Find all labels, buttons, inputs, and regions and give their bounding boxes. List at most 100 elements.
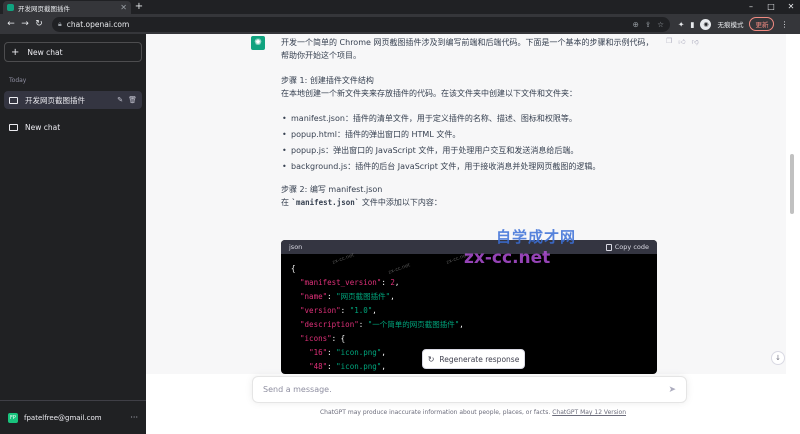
sidebar: + New chat Today 开发网页截图插件 ✎ 🗑︎ New chat … [0, 34, 146, 434]
toolbar-extensions: ✦ ▮ ◉ 无痕模式 更新 ⋮ [678, 17, 788, 31]
file-desc: ：插件的清单文件，用于定义插件的名称、描述、图标和权限等。 [344, 114, 577, 123]
update-button[interactable]: 更新 [749, 17, 775, 31]
code-token-punct: : [340, 306, 350, 315]
code-token-indent [291, 334, 300, 343]
bookmark-star-icon[interactable]: ☆ [657, 20, 664, 29]
code-line: "manifest_version": 2, [291, 276, 647, 290]
regenerate-button[interactable]: ↻ Regenerate response [422, 349, 525, 369]
list-item: popup.js：弹出窗口的 JavaScript 文件，用于处理用户交互和发送… [281, 144, 661, 157]
browser-menu-icon[interactable]: ⋮ [780, 20, 788, 29]
step2-inline-code: `manifest.json` [291, 198, 360, 207]
code-token-key: "name" [300, 292, 328, 301]
list-item: background.js：插件的后台 JavaScript 文件，用于接收消息… [281, 160, 661, 173]
code-line: "icons": { [291, 332, 647, 346]
file-list: manifest.json：插件的清单文件，用于定义插件的名称、描述、图标和权限… [281, 112, 661, 173]
scroll-thumb[interactable] [790, 154, 794, 214]
code-token-key: "manifest_version" [300, 278, 382, 287]
code-token-tail: , [372, 306, 377, 315]
code-token-value: "icon.png" [336, 348, 382, 357]
code-token-value: "网页截图插件" [336, 292, 391, 301]
profile-label[interactable]: 无痕模式 [717, 19, 743, 29]
code-token-punct: : [331, 334, 341, 343]
code-token-indent [291, 348, 309, 357]
step2-block: 步骤 2: 编写 manifest.json 在 `manifest.json`… [281, 183, 661, 209]
step2-post: 文件中添加以下内容： [359, 198, 442, 207]
section-label-today: Today [9, 77, 27, 84]
chat-bubble-icon [9, 123, 18, 131]
code-token-key: "icons" [300, 334, 332, 343]
code-token-value: "icon.png" [336, 362, 382, 371]
reload-icon[interactable]: ↻ [32, 19, 46, 29]
address-bar: ← → ↻ 🔒︎ chat.openai.com ⊕ ⇪ ☆ ✦ ▮ ◉ 无痕模… [0, 14, 800, 34]
code-token-value: "1.0" [349, 306, 373, 315]
sidebar-chat-item[interactable]: 开发网页截图插件 ✎ 🗑︎ [4, 91, 142, 109]
code-token-tail: , [390, 292, 395, 301]
forward-icon[interactable]: → [18, 19, 32, 29]
code-token-key: "description" [300, 320, 359, 329]
file-name: background.js [291, 162, 348, 171]
code-token-punct: { [291, 264, 296, 273]
scroll-down-icon[interactable]: ↓ [771, 351, 785, 365]
window-controls: – □ ✕ [746, 0, 796, 13]
copy-code-button[interactable]: Copy code [605, 243, 649, 251]
file-name: popup.js [291, 146, 326, 155]
sidepanel-icon[interactable]: ▮ [690, 20, 694, 29]
file-desc: ：弹出窗口的 JavaScript 文件，用于处理用户交互和发送消息给后端。 [325, 146, 579, 155]
clipboard-icon [605, 243, 612, 251]
edit-icon[interactable]: ✎ [117, 96, 123, 104]
step2-pre: 在 [281, 198, 292, 207]
watermark-url: zx-cc.net [464, 248, 551, 268]
step1-block: 步骤 1: 创建插件文件结构 在本地创建一个新文件夹来存放插件的代码。在该文件夹… [281, 74, 661, 100]
file-desc: ：插件的后台 JavaScript 文件，用于接收消息并处理网页截图的逻辑。 [347, 162, 601, 171]
code-token-key: "version" [300, 306, 341, 315]
message-body: 开发一个简单的 Chrome 网页截图插件涉及到编写前端和后端代码。下面是一个基… [281, 36, 661, 221]
copy-icon[interactable]: ❐ [666, 37, 672, 46]
watermark-title: 自学成才网 [496, 228, 577, 246]
more-options-icon[interactable]: ··· [130, 413, 138, 422]
back-icon[interactable]: ← [4, 19, 18, 29]
new-chat-button[interactable]: + New chat [4, 42, 142, 62]
code-token-tail: , [459, 320, 464, 329]
maximize-icon[interactable]: □ [766, 0, 776, 13]
code-token-indent [291, 292, 300, 301]
code-token-key: "16" [309, 348, 328, 357]
version-link[interactable]: ChatGPT May 12 Version [552, 409, 626, 416]
code-token-punct: : [327, 348, 337, 357]
code-token-indent [291, 278, 300, 287]
file-desc: ：插件的弹出窗口的 HTML 文件。 [336, 130, 461, 139]
share-icon[interactable]: ⇪ [645, 20, 651, 29]
tab-close-icon[interactable]: ✕ [120, 3, 127, 12]
close-window-icon[interactable]: ✕ [786, 0, 796, 13]
code-token-tail: { [340, 334, 346, 343]
profile-avatar-icon[interactable]: ◉ [700, 18, 712, 30]
code-token-indent [291, 362, 309, 371]
message-input[interactable] [263, 385, 669, 394]
extensions-icon[interactable]: ✦ [678, 20, 684, 29]
send-icon[interactable]: ➤ [668, 385, 676, 395]
code-token-tail: , [394, 278, 400, 287]
plus-icon: + [11, 46, 20, 58]
url-text: chat.openai.com [66, 19, 130, 29]
minimize-icon[interactable]: – [746, 0, 756, 13]
refresh-icon: ↻ [427, 354, 435, 364]
thumbs-up-icon[interactable]: 👍︎ [678, 37, 685, 46]
lock-icon[interactable]: 🔒︎ [58, 20, 62, 29]
step1-desc: 在本地创建一个新文件夹来存放插件的代码。在该文件夹中创建以下文件和文件夹： [281, 89, 577, 98]
list-item: manifest.json：插件的清单文件，用于定义插件的名称、描述、图标和权限… [281, 112, 661, 125]
tab-favicon-icon [7, 4, 14, 11]
new-tab-icon[interactable]: + [134, 0, 144, 13]
browser-tab[interactable]: 开发网页截图插件 ✕ [3, 1, 131, 14]
zoom-icon[interactable]: ⊕ [633, 20, 639, 29]
scrollbar[interactable] [789, 34, 795, 374]
code-token-punct: : [381, 278, 391, 287]
disclaimer: ChatGPT may produce inaccurate informati… [146, 409, 800, 416]
user-menu[interactable]: FP fpatelfree@gmail.com ··· [0, 400, 146, 434]
thumbs-down-icon[interactable]: 👎︎ [692, 37, 699, 46]
url-field[interactable]: 🔒︎ chat.openai.com ⊕ ⇪ ☆ [52, 16, 670, 32]
sidebar-chat-label: 开发网页截图插件 [25, 95, 85, 105]
code-token-key: "48" [309, 362, 328, 371]
step2-title: 步骤 2: 编写 manifest.json [281, 185, 383, 194]
sidebar-chat-item[interactable]: New chat [4, 118, 142, 136]
delete-icon[interactable]: 🗑︎ [128, 96, 137, 104]
new-chat-label: New chat [27, 47, 63, 57]
